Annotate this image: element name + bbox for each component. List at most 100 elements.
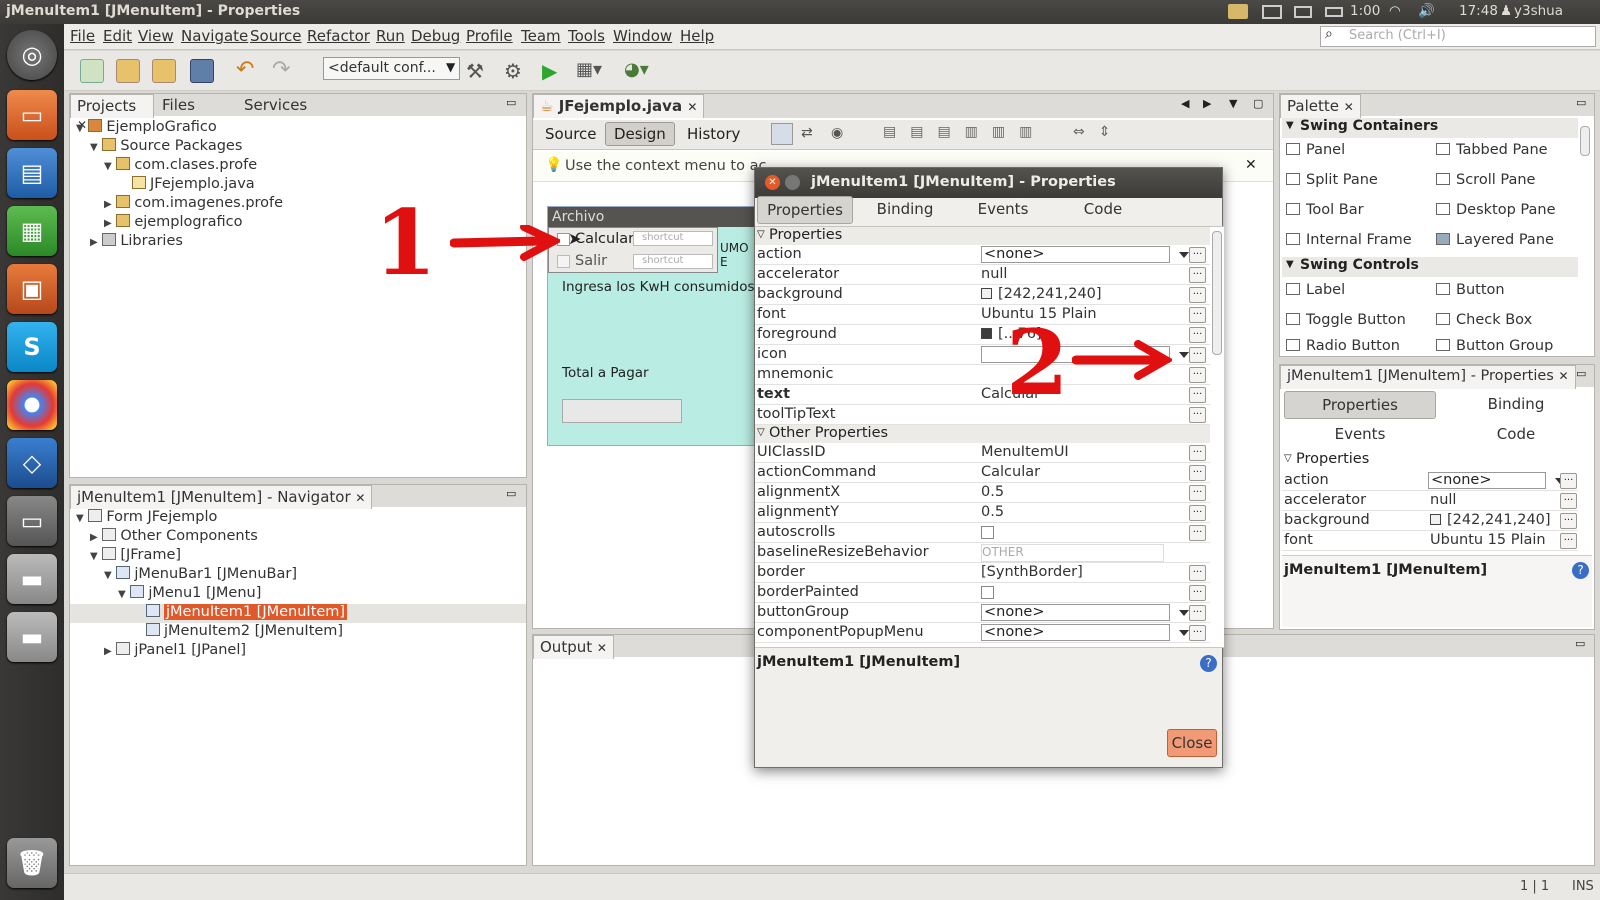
tree-package[interactable]: com.imagenes.profe [134, 195, 283, 211]
form-menu-archivo[interactable]: Archivo [548, 207, 758, 227]
impress-icon[interactable]: ▣ [7, 264, 57, 314]
redo-icon[interactable]: ↷ [272, 59, 296, 83]
close-icon[interactable]: ✕ [765, 175, 780, 190]
property-combo[interactable]: <none> [981, 604, 1189, 621]
property-value[interactable]: [242,241,240] [981, 286, 1164, 304]
minimize-icon[interactable]: ▭ [1576, 367, 1586, 380]
property-combo[interactable] [981, 346, 1189, 363]
tree-menuitem[interactable]: jMenuItem2 [JMenuItem] [164, 623, 343, 639]
ellipsis-button[interactable]: ... [1189, 327, 1206, 343]
tree-menubar[interactable]: jMenuBar1 [JMenuBar] [134, 566, 297, 582]
ellipsis-button[interactable]: ... [1189, 625, 1206, 641]
menu-run[interactable]: Run [376, 27, 405, 45]
ellipsis-button[interactable]: ... [1189, 585, 1206, 601]
minimize-icon[interactable]: ▭ [506, 487, 516, 500]
tab-files[interactable]: Files [156, 94, 201, 118]
wifi-icon[interactable]: ◠ [1389, 3, 1401, 19]
property-combo[interactable]: <none> [981, 624, 1189, 641]
resize-icons[interactable]: ⇔⇕ [1073, 124, 1124, 140]
minimize-icon[interactable]: ▭ [506, 96, 516, 109]
ellipsis-button[interactable]: ... [1189, 505, 1206, 521]
tree-other-components[interactable]: Other Components [120, 528, 258, 544]
ellipsis-button[interactable]: ... [1189, 605, 1206, 621]
clock[interactable]: 17:48 [1459, 3, 1498, 19]
property-checkbox[interactable] [981, 526, 994, 539]
drive-icon[interactable]: ▬ [7, 612, 57, 662]
tree-menu[interactable]: jMenu1 [JMenu] [148, 585, 261, 601]
save-all-icon[interactable] [190, 59, 214, 83]
ellipsis-button[interactable]: ... [1560, 493, 1577, 509]
chrome-icon[interactable] [7, 380, 57, 430]
user-icon[interactable]: ♟ [1500, 3, 1512, 19]
ellipsis-button[interactable]: ... [1189, 287, 1206, 303]
ellipsis-button[interactable]: ... [1189, 565, 1206, 581]
mail-icon[interactable] [1294, 6, 1312, 18]
property-combo[interactable]: <none> [1428, 472, 1565, 489]
drive-icon[interactable]: ▬ [7, 554, 57, 604]
profile-icon[interactable]: ◕▾ [624, 59, 649, 83]
palette-category-controls[interactable]: Swing Controls [1282, 257, 1578, 277]
tree-panel[interactable]: jPanel1 [JPanel] [134, 642, 246, 658]
palette-item-toggle-button[interactable]: Toggle Button [1286, 312, 1406, 328]
property-value[interactable] [981, 406, 1164, 424]
preview-design-icon[interactable]: ◉ [831, 125, 843, 141]
ellipsis-button[interactable]: ... [1189, 267, 1206, 283]
rprops-section[interactable]: Properties [1282, 451, 1578, 467]
ellipsis-button[interactable]: ... [1189, 485, 1206, 501]
ellipsis-button[interactable]: ... [1560, 473, 1577, 489]
tab-right-properties[interactable]: jMenuItem1 [JMenuItem] - Properties ✕ [1280, 365, 1576, 389]
user-name[interactable]: y3shua [1514, 3, 1563, 19]
shortcut-field[interactable]: shortcut [633, 254, 713, 269]
new-file-icon[interactable] [80, 59, 104, 83]
rprops-tab-events[interactable]: Events [1284, 421, 1436, 449]
property-value[interactable]: Calcular [981, 464, 1164, 482]
palette-item-panel[interactable]: Panel [1286, 142, 1345, 158]
align-icons[interactable]: ▤▤▤▥▥▥ [883, 124, 1046, 140]
ellipsis-button[interactable]: ... [1560, 533, 1577, 549]
palette-item-button-group[interactable]: Button Group [1436, 338, 1553, 352]
property-combo[interactable]: <none> [981, 246, 1189, 263]
rprops-tab-code[interactable]: Code [1440, 421, 1592, 449]
property-value[interactable]: OTHER [981, 544, 1164, 562]
tree-jframe[interactable]: [JFrame] [120, 547, 181, 563]
close-icon[interactable]: ✕ [355, 491, 365, 505]
property-value[interactable]: 0.5 [981, 484, 1164, 502]
menu-view[interactable]: View [138, 27, 174, 45]
form-textfield-total[interactable] [562, 399, 682, 423]
rprops-tab-properties[interactable]: Properties [1284, 391, 1436, 419]
tree-project[interactable]: EjemploGrafico [106, 119, 216, 135]
minimize-icon[interactable]: ▭ [1575, 637, 1585, 650]
selection-mode-icon[interactable] [771, 123, 793, 145]
tab-output[interactable]: Output ✕ [533, 635, 614, 659]
menu-help[interactable]: Help [680, 27, 714, 45]
open-project-icon[interactable] [152, 59, 176, 83]
tree-package[interactable]: com.clases.profe [134, 157, 257, 173]
ellipsis-button[interactable]: ... [1189, 525, 1206, 541]
shortcut-field[interactable]: shortcut [633, 231, 713, 246]
section-other-properties[interactable]: Other Properties [755, 425, 1210, 443]
dlg-tab-code[interactable]: Code [1055, 196, 1151, 224]
dlg-tab-events[interactable]: Events [955, 196, 1051, 224]
close-icon[interactable]: ✕ [1245, 157, 1257, 173]
menu-source[interactable]: Source [250, 27, 302, 45]
ellipsis-button[interactable]: ... [1189, 247, 1206, 263]
dlg-tab-properties[interactable]: Properties [757, 196, 853, 224]
files-icon[interactable]: ▭ [7, 90, 57, 140]
menu-debug[interactable]: Debug [411, 27, 460, 45]
section-properties[interactable]: Properties [755, 227, 1210, 245]
tree-source-packages[interactable]: Source Packages [120, 138, 242, 154]
keyboard-icon[interactable] [1262, 5, 1282, 19]
palette-scrollbar[interactable] [1580, 126, 1590, 156]
rprops-tab-binding[interactable]: Binding [1440, 391, 1592, 419]
dash-home-icon[interactable]: ◎ [7, 30, 57, 80]
search-input[interactable]: Search (Ctrl+I) [1320, 26, 1596, 47]
new-project-icon[interactable] [116, 59, 140, 83]
property-value[interactable]: [242,241,240] [1447, 512, 1551, 528]
palette-item-layered-pane[interactable]: Layered Pane [1436, 232, 1554, 248]
calc-icon[interactable]: ▦ [7, 206, 57, 256]
palette-item-radio-button[interactable]: Radio Button [1286, 338, 1400, 352]
form-menuitem-calcular[interactable]: Calcular [575, 231, 634, 247]
palette-item-desktop-pane[interactable]: Desktop Pane [1436, 202, 1556, 218]
ellipsis-button[interactable]: ... [1189, 387, 1206, 403]
tab-navigator[interactable]: jMenuItem1 [JMenuItem] - Navigator ✕ [70, 485, 373, 509]
